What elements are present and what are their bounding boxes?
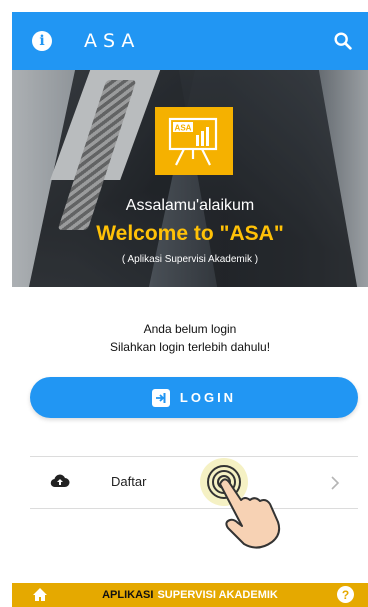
tap-gesture-hint-icon <box>200 458 281 549</box>
help-icon[interactable]: ? <box>337 586 354 603</box>
hero-banner: ASA Assalamu'alaikum Welcome to "ASA" ( … <box>12 70 368 287</box>
login-button-label: LOGIN <box>179 390 237 405</box>
bottom-bar-title-part1: APLIKASI <box>102 589 154 601</box>
cloud-upload-icon <box>50 474 70 488</box>
presentation-board-icon: ASA <box>168 117 218 166</box>
bottom-bar: APLIKASI SUPERVISI AKADEMIK ? <box>12 583 368 607</box>
greeting-text: Assalamu'alaikum <box>125 197 255 214</box>
app-subtitle: ( Aplikasi Supervisi Akademik ) <box>121 254 259 265</box>
divider <box>30 508 358 509</box>
app-logo: ASA <box>155 107 233 175</box>
login-prompt-message: Silahkan login terlebih dahulu! <box>109 340 271 354</box>
app-bar: i ASA <box>12 12 368 70</box>
home-icon[interactable] <box>32 587 48 602</box>
logo-text: ASA <box>175 124 192 133</box>
login-status-message: Anda belum login <box>143 322 237 336</box>
menu-item-label: Daftar <box>111 474 147 489</box>
chevron-right-icon <box>331 476 340 490</box>
menu-item-daftar[interactable]: Daftar <box>30 457 358 507</box>
app-title: ASA <box>84 30 141 52</box>
bottom-bar-title-part2: SUPERVISI AKADEMIK <box>157 589 278 601</box>
login-icon <box>151 388 170 407</box>
login-button[interactable]: LOGIN <box>30 377 358 418</box>
info-icon[interactable]: i <box>32 31 52 51</box>
search-icon[interactable] <box>332 30 354 52</box>
welcome-heading: Welcome to "ASA" <box>96 222 284 245</box>
